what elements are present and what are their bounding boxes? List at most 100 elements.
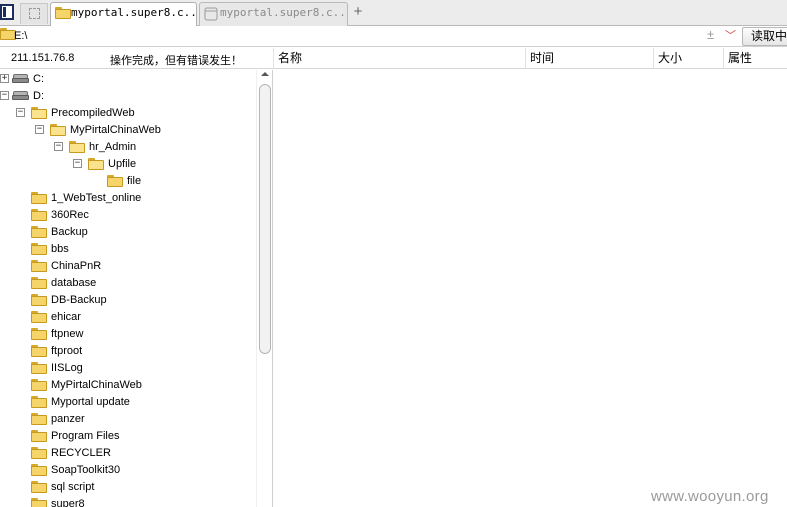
tab-active[interactable]: myportal.super8.c... [50, 2, 197, 27]
tree-item-label: C: [33, 73, 44, 85]
collapse-icon[interactable]: − [54, 142, 63, 151]
tree-item[interactable]: panzer [0, 411, 256, 427]
drive-icon [12, 74, 29, 84]
collapse-icon[interactable]: − [73, 159, 82, 168]
tree-item[interactable]: database [0, 275, 256, 291]
tree-item[interactable]: + C: [0, 71, 256, 87]
tree-item-label: ehicar [51, 311, 81, 323]
chevron-down-icon[interactable]: ﹀ [725, 27, 736, 43]
tree-item[interactable]: RECYCLER [0, 445, 256, 461]
tree-item-label: Backup [51, 226, 88, 238]
tree-item-label: IISLog [51, 362, 83, 374]
tree-item-label: hr_Admin [89, 141, 137, 153]
tree-item[interactable]: sql script [0, 479, 256, 495]
expand-icon[interactable]: + [0, 74, 9, 83]
tree-item[interactable]: ehicar [0, 309, 256, 325]
collapse-icon[interactable]: − [35, 125, 44, 134]
folder-icon [31, 277, 47, 289]
tree-item-label: sql script [51, 481, 95, 493]
folder-icon [31, 464, 47, 476]
drive-icon [12, 91, 29, 101]
tree-item[interactable]: file [0, 173, 256, 189]
folder-icon [31, 260, 47, 272]
folder-icon [69, 141, 85, 153]
tree-item[interactable]: bbs [0, 241, 256, 257]
scroll-up-arrow-icon[interactable] [261, 72, 269, 76]
tree-item-label: file [127, 175, 142, 187]
tree-item-label: 360Rec [51, 209, 89, 221]
tree-item[interactable]: ftproot [0, 343, 256, 359]
folder-icon [50, 124, 66, 136]
status-row: 211.151.76.8 操作完成，但有错误发生！ 名称 时间 大小 属性 [0, 48, 787, 69]
folder-icon [55, 7, 71, 19]
tree-item[interactable]: Program Files [0, 428, 256, 444]
address-bar: ± ﹀ 读取中 [0, 26, 787, 47]
folder-icon [31, 192, 47, 204]
tree-item-label: super8 [51, 498, 85, 507]
tree-item-label: MyPirtalChinaWeb [51, 379, 142, 391]
tree-item[interactable]: − PrecompiledWeb [0, 105, 256, 121]
tree-item[interactable]: − MyPirtalChinaWeb [0, 122, 256, 138]
tree-item-label: ftpnew [51, 328, 84, 340]
tree-item[interactable]: − Upfile [0, 156, 256, 172]
tree-item[interactable]: Myportal update [0, 394, 256, 410]
tab-bar: myportal.super8.c... myportal.super8.c..… [0, 0, 787, 27]
tree-item[interactable]: − D: [0, 88, 256, 104]
status-message: 操作完成，但有错误发生！ [110, 55, 242, 67]
plus-minus-icon[interactable]: ± [707, 27, 714, 42]
tree-item[interactable]: ftpnew [0, 326, 256, 342]
new-tab-button[interactable]: + [351, 4, 365, 20]
tree-item-label: ftproot [51, 345, 83, 357]
collapse-icon[interactable]: − [0, 91, 9, 100]
tree-item[interactable]: 360Rec [0, 207, 256, 223]
column-header-name[interactable]: 名称 [273, 48, 525, 69]
tree-item[interactable]: SoapToolkit30 [0, 462, 256, 478]
folder-icon [31, 430, 47, 442]
tree-item[interactable]: IISLog [0, 360, 256, 376]
tree-item[interactable]: − hr_Admin [0, 139, 256, 155]
tree-item[interactable]: DB-Backup [0, 292, 256, 308]
tree-item-label: ChinaPnR [51, 260, 102, 272]
tree-item-label: D: [33, 90, 44, 102]
tree-item[interactable]: super8 [0, 496, 256, 507]
file-list[interactable] [273, 70, 787, 507]
server-ip: 211.151.76.8 [11, 52, 75, 64]
folder-icon [31, 481, 47, 493]
folder-icon [31, 311, 47, 323]
folder-icon [31, 209, 47, 221]
tree-item[interactable]: Backup [0, 224, 256, 240]
folder-icon [31, 447, 47, 459]
column-header-size[interactable]: 大小 [653, 48, 723, 69]
folder-icon [107, 175, 123, 187]
collapse-icon[interactable]: − [16, 108, 25, 117]
folder-icon [31, 413, 47, 425]
path-input[interactable] [14, 28, 704, 44]
folder-icon [31, 226, 47, 238]
tree-item-label: Myportal update [51, 396, 130, 408]
tree-item[interactable]: MyPirtalChinaWeb [0, 377, 256, 393]
folder-icon [31, 243, 47, 255]
folder-icon [31, 396, 47, 408]
tree-item[interactable]: ChinaPnR [0, 258, 256, 274]
tree-item-label: database [51, 277, 97, 289]
watermark: www.wooyun.org [651, 488, 769, 505]
scroll-thumb[interactable] [259, 84, 271, 354]
blank-tab-icon [29, 8, 40, 19]
column-header-time[interactable]: 时间 [525, 48, 653, 69]
read-button[interactable]: 读取中 [742, 27, 787, 46]
folder-icon [31, 362, 47, 374]
tree-item[interactable]: 1_WebTest_online [0, 190, 256, 206]
tree-item-label: SoapToolkit30 [51, 464, 121, 476]
folder-icon [31, 379, 47, 391]
tab-label: myportal.super8.c... [71, 6, 197, 19]
tab-label: myportal.super8.c... [220, 6, 348, 19]
blank-tab[interactable] [20, 3, 48, 24]
tree-scrollbar[interactable] [256, 70, 272, 507]
tree-item-label: panzer [51, 413, 85, 425]
tab-inactive[interactable]: myportal.super8.c... [199, 2, 348, 26]
app-icon[interactable] [0, 4, 14, 20]
tree-item-label: Program Files [51, 430, 120, 442]
folder-icon [31, 328, 47, 340]
column-header-attributes[interactable]: 属性 [723, 48, 787, 69]
folder-icon [88, 158, 104, 170]
